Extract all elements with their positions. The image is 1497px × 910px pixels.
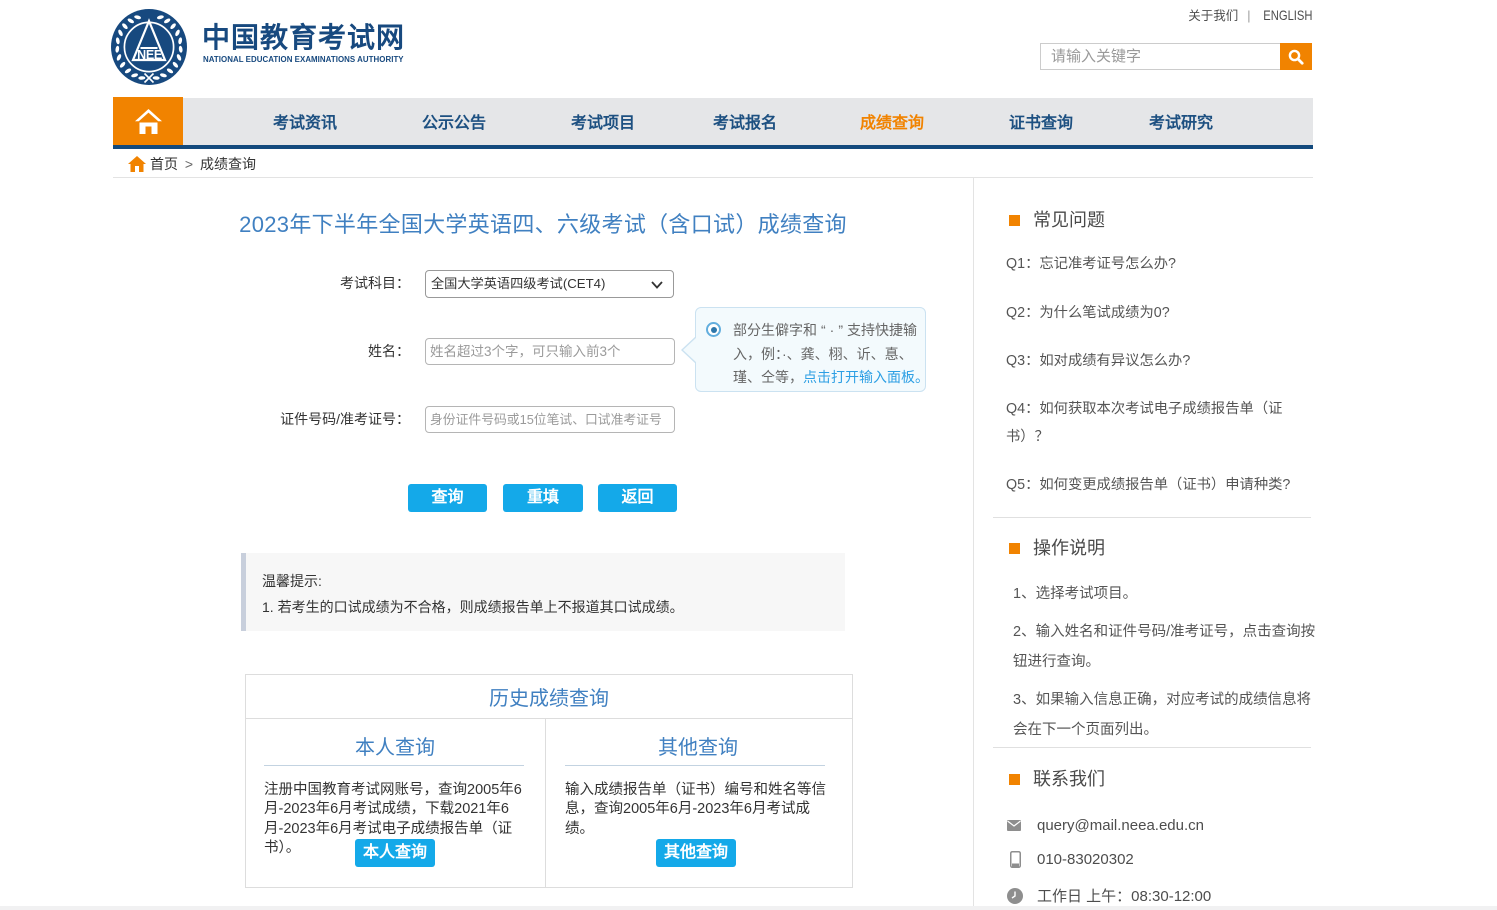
svg-text:NEE: NEE <box>137 48 162 62</box>
